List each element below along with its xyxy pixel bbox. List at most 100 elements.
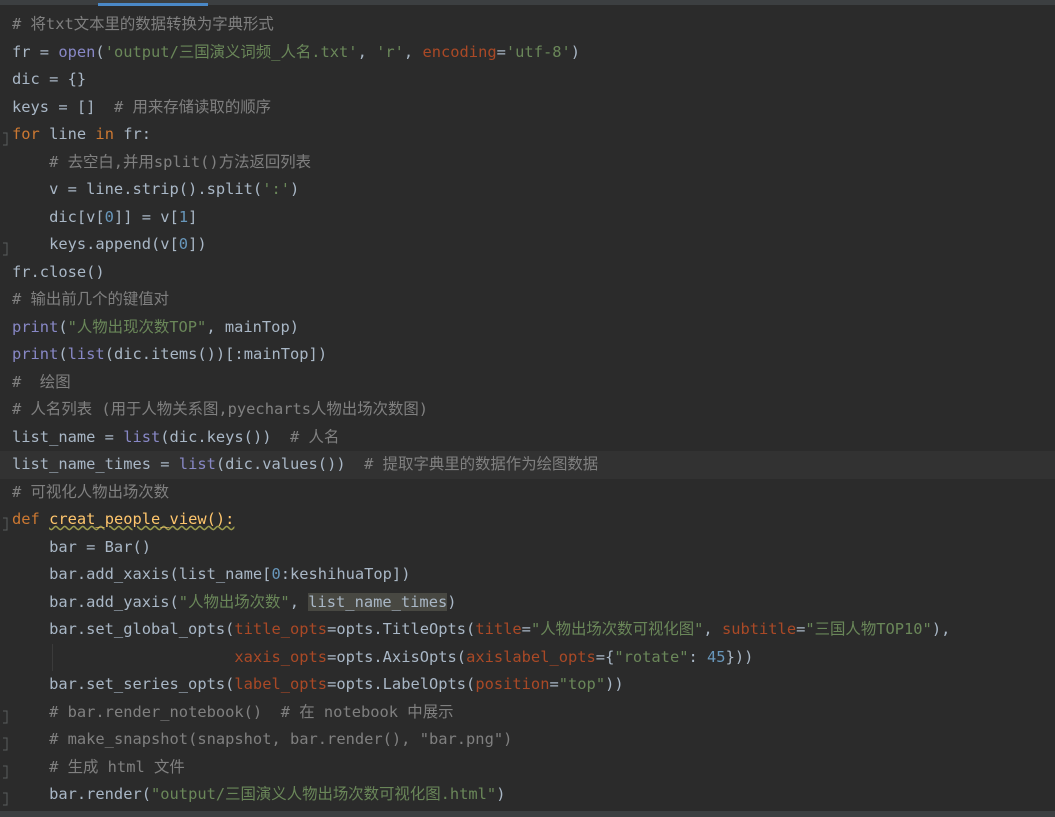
- code-token: print: [12, 317, 59, 336]
- code-token: # 生成 html 文件: [49, 757, 185, 776]
- code-line[interactable]: bar.set_series_opts(label_opts=opts.Labe…: [0, 671, 1055, 699]
- code-line[interactable]: v = line.strip().split(':'): [0, 176, 1055, 204]
- code-token: ): [570, 42, 581, 61]
- code-token: )): [605, 675, 624, 693]
- code-token: bar.add_yaxis(: [12, 592, 179, 611]
- fold-marker-icon[interactable]: [2, 128, 8, 146]
- code-line[interactable]: bar.add_yaxis("人物出场次数", list_name_times): [0, 589, 1055, 617]
- code-token: ]): [188, 235, 207, 253]
- code-token: subtitle: [721, 620, 797, 638]
- code-token: ,: [357, 42, 377, 61]
- code-token: 'output/三国演义词频_人名.txt': [104, 42, 358, 61]
- code-token: title: [475, 620, 522, 638]
- code-line[interactable]: dic[v[0]] = v[1]: [0, 204, 1055, 232]
- code-token: "人物出场次数可视化图": [530, 620, 704, 638]
- code-token: ]: [188, 207, 198, 226]
- code-line[interactable]: bar = Bar(): [0, 534, 1055, 562]
- code-token: })): [725, 647, 754, 666]
- code-line[interactable]: def creat_people_view():: [0, 506, 1055, 534]
- code-token: =: [549, 675, 559, 693]
- code-token: "top": [558, 675, 606, 693]
- code-token: creat_people_view():: [49, 510, 235, 528]
- code-token: ':': [262, 180, 290, 198]
- code-token: "人物出场次数": [178, 592, 290, 611]
- code-line[interactable]: list_name = list(dic.keys()) # 人名: [0, 424, 1055, 452]
- code-line[interactable]: keys = [] # 用来存储读取的顺序: [0, 94, 1055, 122]
- code-token: # 去空白,并用split()方法返回列表: [49, 152, 312, 171]
- code-token: 'utf-8': [505, 42, 571, 61]
- code-line[interactable]: # 将txt文本里的数据转换为字典形式: [0, 11, 1055, 39]
- code-token: "人物出现次数TOP": [67, 317, 207, 336]
- code-line[interactable]: # 人名列表 (用于人物关系图,pyecharts人物出场次数图): [0, 396, 1055, 424]
- code-line[interactable]: # 绘图: [0, 369, 1055, 397]
- code-line[interactable]: # 输出前几个的键值对: [0, 286, 1055, 314]
- code-token: :: [688, 647, 708, 666]
- code-line[interactable]: for line in fr:: [0, 121, 1055, 149]
- code-line[interactable]: bar.render("output/三国演义人物出场次数可视化图.html"): [0, 781, 1055, 809]
- code-token: # 用来存储读取的顺序: [113, 97, 271, 116]
- code-token: , mainTop): [206, 317, 299, 336]
- code-line[interactable]: # bar.render_notebook() # 在 notebook 中展示: [0, 699, 1055, 727]
- indent-guide: [52, 643, 53, 671]
- code-line[interactable]: xaxis_opts=opts.AxisOpts(axislabel_opts=…: [0, 643, 1055, 671]
- code-line[interactable]: # 可视化人物出场次数: [0, 479, 1055, 507]
- code-token: list_name_times =: [12, 455, 179, 473]
- code-token: ),: [931, 620, 951, 638]
- code-token: (: [95, 42, 105, 61]
- code-line[interactable]: bar.add_xaxis(list_name[0:keshihuaTop]): [0, 561, 1055, 589]
- code-token: keys.append(v[: [12, 235, 179, 253]
- code-token: fr:: [113, 125, 152, 143]
- code-line[interactable]: fr = open('output/三国演义词频_人名.txt', 'r', e…: [0, 39, 1055, 67]
- code-line[interactable]: # make_snapshot(snapshot, bar.render(), …: [0, 726, 1055, 754]
- code-token: (dic.keys()): [160, 427, 291, 446]
- code-token: (dic.values()): [215, 455, 365, 473]
- fold-marker-icon[interactable]: [2, 706, 8, 723]
- code-line[interactable]: bar.set_global_opts(title_opts=opts.Titl…: [0, 616, 1055, 644]
- code-line[interactable]: list_name_times = list(dic.values()) # 提…: [0, 451, 1055, 479]
- fold-marker-icon[interactable]: [2, 238, 8, 256]
- code-token: (: [58, 345, 68, 363]
- code-line[interactable]: fr.close(): [0, 259, 1055, 287]
- code-line[interactable]: print("人物出现次数TOP", mainTop): [0, 314, 1055, 342]
- code-token: ): [496, 785, 506, 803]
- code-token: fr =: [12, 42, 59, 61]
- code-token: list: [123, 427, 161, 446]
- code-line[interactable]: print(list(dic.items())[:mainTop]): [0, 341, 1055, 369]
- code-token: (dic.items())[:mainTop]): [104, 345, 328, 363]
- code-token: bar.set_series_opts(: [12, 675, 235, 693]
- code-token: line: [39, 125, 96, 143]
- fold-marker-icon[interactable]: [2, 761, 8, 778]
- code-token: =: [796, 620, 806, 638]
- code-line[interactable]: # 去空白,并用split()方法返回列表: [0, 149, 1055, 177]
- code-token: 0: [104, 207, 114, 226]
- code-token: print: [12, 345, 59, 363]
- code-token: xaxis_opts: [234, 647, 328, 666]
- code-token: # 绘图: [12, 372, 71, 391]
- code-token: # bar.render_notebook() # 在 notebook 中展示: [49, 702, 454, 721]
- code-token: "output/三国演义人物出场次数可视化图.html": [151, 785, 497, 803]
- code-token: position: [475, 675, 550, 693]
- code-token: v = line.strip().split(: [12, 180, 263, 198]
- code-token: 'r': [376, 42, 404, 61]
- code-token: "三国人物TOP10": [805, 620, 932, 638]
- code-token: title_opts: [234, 620, 328, 638]
- code-token: =opts.LabelOpts(: [327, 675, 476, 693]
- code-token: 1: [178, 207, 189, 226]
- code-token: def: [12, 510, 40, 528]
- code-token: :keshihuaTop]): [280, 565, 411, 583]
- code-token: keys = []: [12, 97, 114, 116]
- fold-marker-icon[interactable]: [2, 513, 8, 531]
- code-editor[interactable]: # 将txt文本里的数据转换为字典形式 fr = open('output/三国演…: [0, 11, 1055, 809]
- active-tab-indicator[interactable]: [98, 3, 208, 6]
- code-token: fr.close(): [12, 262, 105, 281]
- code-line[interactable]: dic = {}: [0, 66, 1055, 94]
- code-token: list: [178, 455, 216, 473]
- fold-marker-icon[interactable]: [2, 733, 8, 751]
- code-line[interactable]: # 生成 html 文件: [0, 754, 1055, 782]
- code-token: # 可视化人物出场次数: [12, 482, 170, 501]
- fold-marker-icon[interactable]: [2, 788, 8, 806]
- code-token: 0: [271, 565, 281, 583]
- code-line[interactable]: keys.append(v[0]): [0, 231, 1055, 259]
- code-token: =: [521, 620, 531, 638]
- code-token: # make_snapshot(snapshot, bar.render(), …: [49, 730, 513, 748]
